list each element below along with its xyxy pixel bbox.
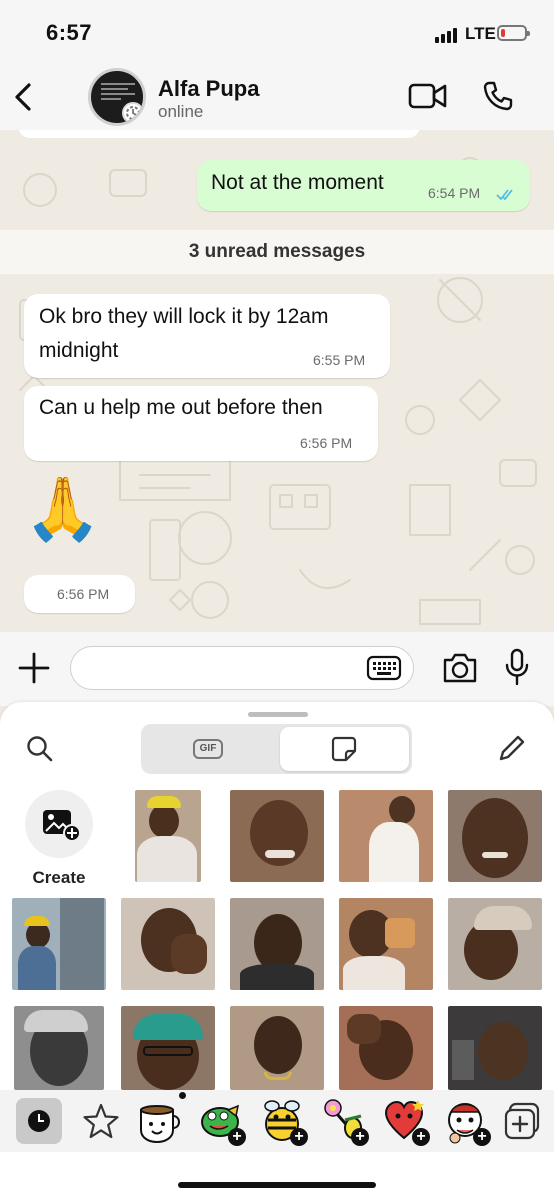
contact-status: online (158, 102, 204, 121)
sticker-pack-turtle[interactable]: + (198, 1098, 246, 1146)
sticker-pack-cup[interactable] (135, 1092, 186, 1144)
plus-icon[interactable] (18, 652, 50, 684)
signal-icon (435, 28, 457, 43)
recent-stickers-tab[interactable] (16, 1098, 62, 1144)
incoming-message[interactable]: Ok bro they will lock it by 12am midnight… (24, 294, 390, 378)
sticker-pack-bee[interactable]: + (260, 1098, 308, 1146)
contact-name[interactable]: Alfa Pupa (158, 76, 259, 102)
sticker-pack-tray: + + + + + (0, 1090, 554, 1152)
video-call-icon[interactable] (408, 82, 448, 110)
create-sticker-button[interactable] (25, 790, 93, 858)
add-icon: + (351, 1128, 369, 1146)
pencil-icon[interactable] (497, 733, 527, 763)
message-text: Ok bro they will lock it by 12am midnight (39, 305, 329, 362)
sticker-item[interactable] (339, 790, 433, 882)
sticker-item[interactable] (230, 1006, 324, 1090)
tab-gif[interactable]: GIF (141, 724, 280, 774)
message-input[interactable] (70, 646, 414, 690)
sticker-item[interactable] (448, 1006, 542, 1090)
sticker-item[interactable] (12, 898, 106, 990)
sticker-item[interactable] (230, 790, 324, 882)
sticker-item[interactable] (339, 898, 433, 990)
keyboard-icon[interactable] (366, 655, 402, 681)
outgoing-message[interactable]: Not at the moment 6:54 PM (197, 160, 530, 211)
status-bar: 6:57 LTE (0, 0, 554, 62)
emoji-time-bubble: 6:56 PM (24, 575, 135, 613)
unread-divider: 3 unread messages (0, 230, 554, 274)
chat-header: Alfa Pupa online (0, 62, 554, 130)
message-time: 6:55 PM (313, 352, 366, 368)
add-icon: + (412, 1128, 430, 1146)
message-text: Not at the moment (211, 171, 384, 194)
previous-message-bubble (18, 130, 420, 138)
message-text: Can u help me out before then (39, 396, 323, 419)
back-arrow-icon[interactable] (12, 82, 34, 112)
status-ring-icon (122, 102, 143, 123)
clock: 6:57 (46, 20, 93, 45)
sticker-icon (331, 736, 357, 762)
search-icon[interactable] (26, 735, 54, 763)
add-icon: + (473, 1128, 491, 1146)
sticker-item[interactable] (121, 898, 215, 990)
battery-icon (497, 25, 530, 41)
message-time: 6:56 PM (57, 586, 110, 602)
add-image-icon (43, 810, 81, 842)
sticker-pack-monkey[interactable]: + (443, 1098, 491, 1146)
add-icon: + (228, 1128, 246, 1146)
voice-call-icon[interactable] (482, 80, 514, 112)
sticker-pack-heart[interactable]: + (382, 1098, 430, 1146)
sticker-item[interactable] (448, 898, 542, 990)
add-icon: + (290, 1128, 308, 1146)
network-label: LTE (465, 24, 496, 43)
panel-segmented-control: GIF (141, 724, 412, 774)
drag-handle[interactable] (248, 712, 308, 717)
message-time: 6:56 PM (300, 435, 353, 451)
camera-icon[interactable] (441, 652, 479, 684)
composer-bar (0, 632, 554, 706)
emoji-message[interactable]: 🙏 (24, 474, 101, 544)
chat-area[interactable]: Not at the moment 6:54 PM 3 unread messa… (0, 130, 554, 632)
microphone-icon[interactable] (504, 648, 530, 686)
sticker-panel: GIF Create + + + + + (0, 702, 554, 1200)
sticker-item[interactable] (339, 1006, 433, 1090)
sticker-pack-flower[interactable]: + (321, 1098, 369, 1146)
sticker-item[interactable] (135, 790, 201, 882)
add-sticker-pack-icon[interactable] (500, 1098, 546, 1144)
sticker-item[interactable] (448, 790, 542, 882)
sticker-item[interactable] (14, 1006, 104, 1090)
clock-icon (28, 1110, 50, 1132)
read-receipt-icon (496, 189, 513, 201)
incoming-message[interactable]: Can u help me out before then 6:56 PM (24, 386, 378, 461)
star-icon[interactable] (78, 1098, 124, 1144)
tab-stickers[interactable] (280, 727, 409, 771)
sticker-item[interactable] (230, 898, 324, 990)
avatar[interactable] (88, 68, 146, 126)
sticker-item[interactable] (121, 1006, 215, 1090)
create-label: Create (32, 868, 86, 887)
gif-icon: GIF (193, 739, 223, 759)
message-time: 6:54 PM (428, 185, 481, 201)
home-indicator (178, 1182, 376, 1188)
